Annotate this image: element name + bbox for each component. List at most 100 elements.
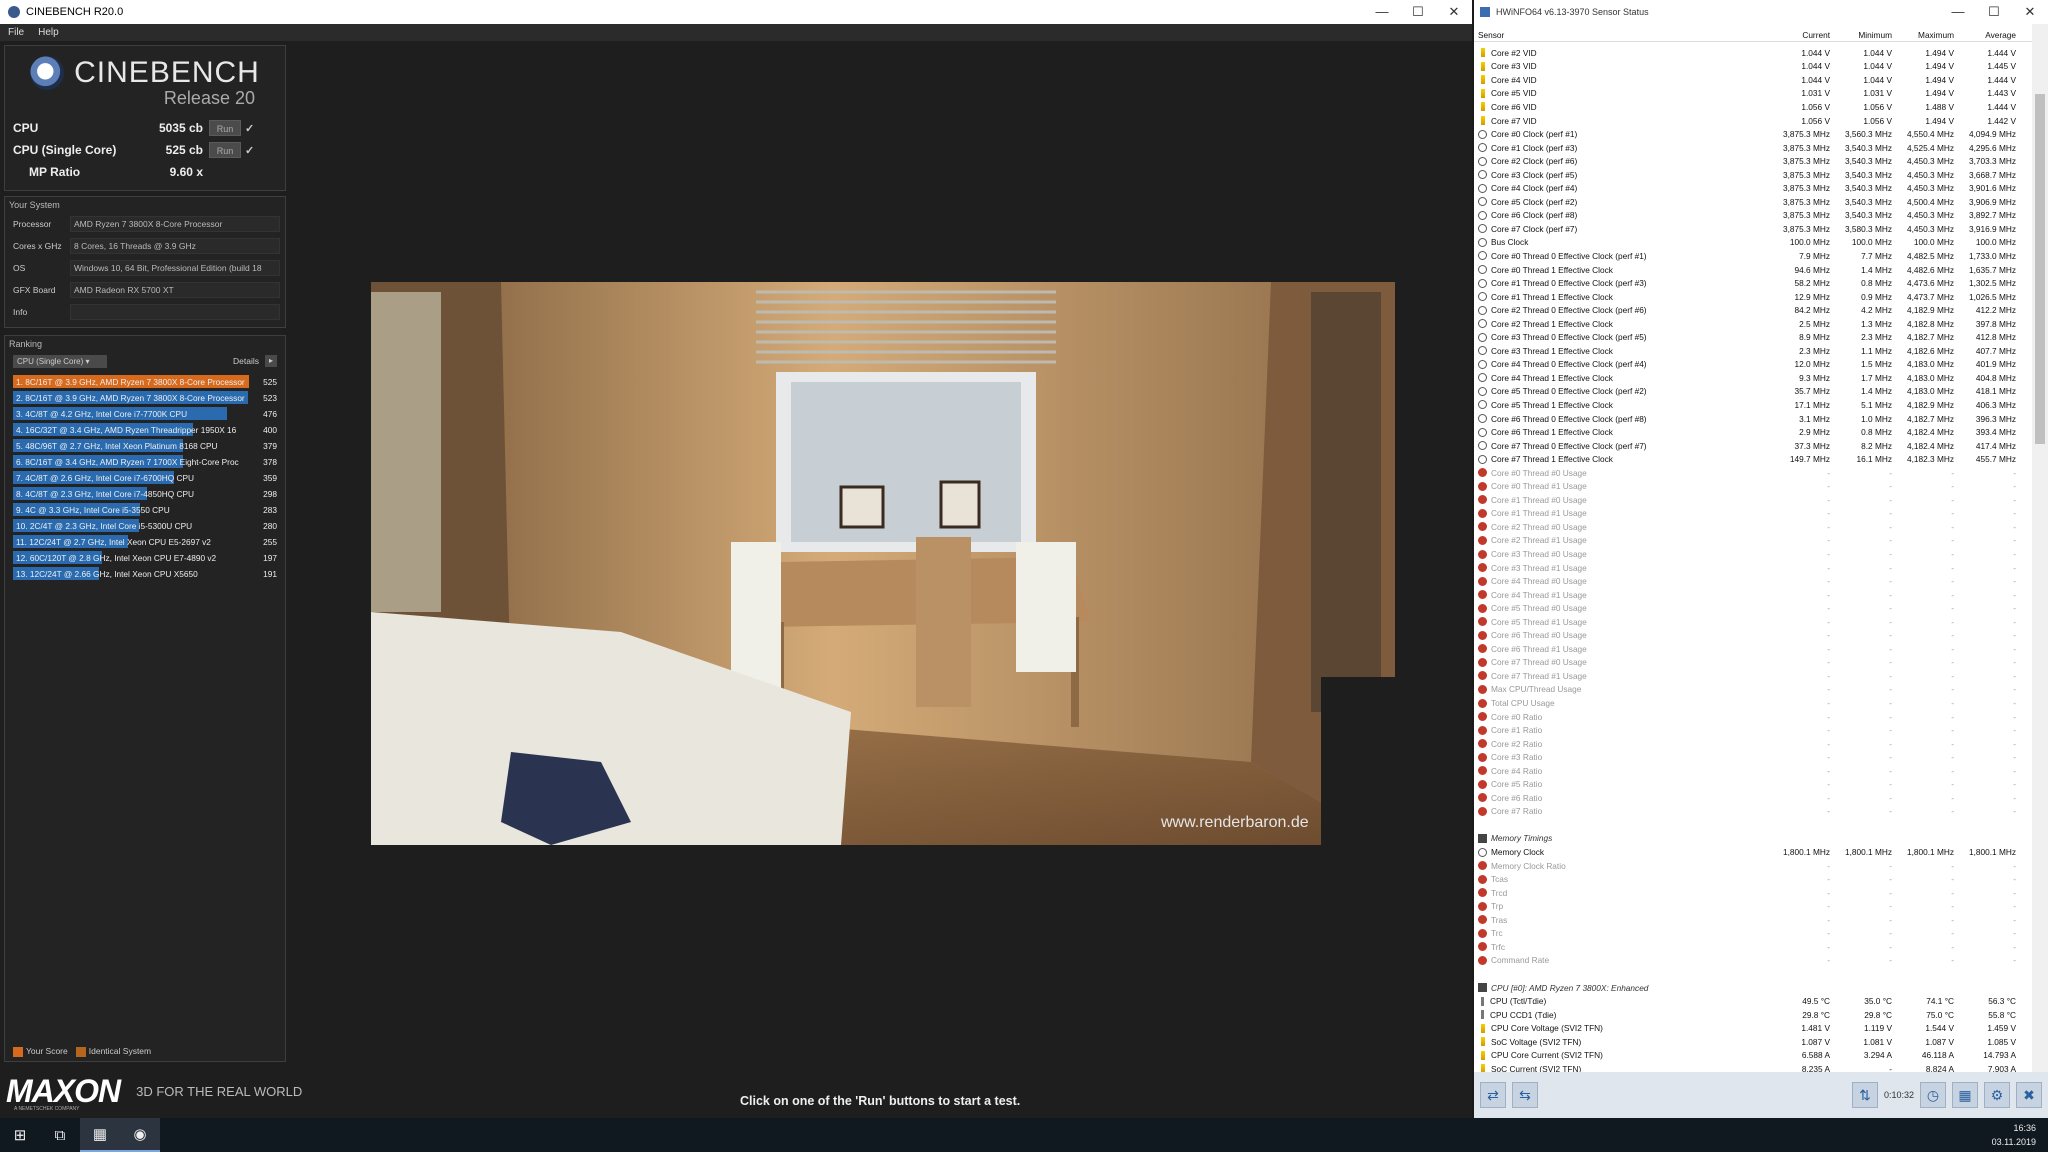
- sensor-row[interactable]: Core #2 Thread 0 Effective Clock (perf #…: [1474, 303, 2032, 317]
- system-clock[interactable]: 16:36 03.11.2019: [1992, 1121, 2048, 1149]
- sensor-row[interactable]: CPU [#0]: AMD Ryzen 7 3800X: Enhanced: [1474, 981, 2032, 995]
- windows-start-icon[interactable]: ⊞: [0, 1118, 40, 1152]
- sensor-row[interactable]: CPU CCD1 (Tdie) 29.8 °C 29.8 °C 75.0 °C 55.8…: [1474, 1008, 2032, 1022]
- sensor-row[interactable]: Core #2 VID 1.044 V 1.044 V 1.494 V 1.444 V: [1474, 46, 2032, 60]
- ranking-item[interactable]: 11. 12C/24T @ 2.7 GHz, Intel Xeon CPU E5…: [13, 534, 277, 550]
- sensor-row[interactable]: Tcas - - - -: [1474, 872, 2032, 886]
- ranking-item[interactable]: 5. 48C/96T @ 2.7 GHz, Intel Xeon Platinu…: [13, 438, 277, 454]
- sensor-row[interactable]: Core #6 Thread 1 Effective Clock 2.9 MHz 0…: [1474, 425, 2032, 439]
- sensor-row[interactable]: Total CPU Usage - - - -: [1474, 696, 2032, 710]
- check-icon[interactable]: ✓: [245, 144, 254, 157]
- sensor-row[interactable]: Core #0 Thread #1 Usage - - - -: [1474, 480, 2032, 494]
- sensor-row[interactable]: Core #6 Thread 0 Effective Clock (perf #…: [1474, 412, 2032, 426]
- ranking-item[interactable]: 7. 4C/8T @ 2.6 GHz, Intel Core i7-6700HQ…: [13, 470, 277, 486]
- sensor-row[interactable]: Core #7 Ratio - - - -: [1474, 805, 2032, 819]
- sensor-row[interactable]: Core #5 Thread 0 Effective Clock (perf #…: [1474, 385, 2032, 399]
- sensor-row[interactable]: Core #5 Ratio - - - -: [1474, 778, 2032, 792]
- hwinfo-taskbar-icon[interactable]: ▦: [80, 1118, 120, 1152]
- sensor-row[interactable]: Core #1 Thread 1 Effective Clock 12.9 MHz…: [1474, 290, 2032, 304]
- sensor-row[interactable]: Core #4 VID 1.044 V 1.044 V 1.494 V 1.444 V: [1474, 73, 2032, 87]
- sensor-row[interactable]: SoC Current (SVI2 TFN) 8.235 A - 8.824 A 7.9…: [1474, 1062, 2032, 1072]
- sensor-row[interactable]: Core #2 Thread #1 Usage - - - -: [1474, 534, 2032, 548]
- sensor-row[interactable]: [1474, 818, 2032, 832]
- report-icon[interactable]: ▦: [1952, 1082, 1978, 1108]
- sensor-scrollbar[interactable]: [2032, 24, 2048, 1072]
- sensor-row[interactable]: Core #3 Thread #0 Usage - - - -: [1474, 547, 2032, 561]
- col-average[interactable]: Average: [1954, 30, 2016, 40]
- ranking-item[interactable]: 1. 8C/16T @ 3.9 GHz, AMD Ryzen 7 3800X 8…: [13, 374, 277, 390]
- scrollbar-thumb[interactable]: [2035, 94, 2045, 444]
- ranking-dropdown[interactable]: CPU (Single Core) ▾: [13, 354, 107, 368]
- minimize-icon[interactable]: —: [1940, 4, 1976, 20]
- sensor-row[interactable]: Core #5 Thread 1 Effective Clock 17.1 MHz…: [1474, 398, 2032, 412]
- sensor-row[interactable]: Trp - - - -: [1474, 899, 2032, 913]
- sensor-row[interactable]: Core #7 Clock (perf #7) 3,875.3 MHz 3,580.…: [1474, 222, 2032, 236]
- sensor-row[interactable]: Core #4 Clock (perf #4) 3,875.3 MHz 3,540.…: [1474, 181, 2032, 195]
- sensor-row[interactable]: Core #3 Thread 0 Effective Clock (perf #…: [1474, 330, 2032, 344]
- sensor-row[interactable]: Core #6 Ratio - - - -: [1474, 791, 2032, 805]
- ranking-item[interactable]: 13. 12C/24T @ 2.66 GHz, Intel Xeon CPU X…: [13, 566, 277, 582]
- details-arrow-icon[interactable]: ▸: [265, 355, 277, 367]
- cinebench-taskbar-icon[interactable]: ◉: [120, 1118, 160, 1152]
- cpu-run-button[interactable]: Run: [209, 120, 241, 136]
- sensor-row[interactable]: Max CPU/Thread Usage - - - -: [1474, 683, 2032, 697]
- sensor-row[interactable]: Core #7 VID 1.056 V 1.056 V 1.494 V 1.442 V: [1474, 114, 2032, 128]
- sensor-row[interactable]: Core #7 Thread #0 Usage - - - -: [1474, 656, 2032, 670]
- sensor-row[interactable]: Core #4 Thread 0 Effective Clock (perf #…: [1474, 358, 2032, 372]
- ranking-item[interactable]: 9. 4C @ 3.3 GHz, Intel Core i5-3550 CPU 2…: [13, 502, 277, 518]
- sensor-row[interactable]: [1474, 967, 2032, 981]
- sensor-row[interactable]: CPU Core Voltage (SVI2 TFN) 1.481 V 1.119 …: [1474, 1021, 2032, 1035]
- check-icon[interactable]: ✓: [245, 122, 254, 135]
- close-sensor-icon[interactable]: ✖: [2016, 1082, 2042, 1108]
- minimize-icon[interactable]: —: [1364, 4, 1400, 20]
- col-minimum[interactable]: Minimum: [1830, 30, 1892, 40]
- ranking-item[interactable]: 12. 60C/120T @ 2.8 GHz, Intel Xeon CPU E…: [13, 550, 277, 566]
- sensor-row[interactable]: Core #4 Thread #1 Usage - - - -: [1474, 588, 2032, 602]
- sensor-row[interactable]: Core #6 Clock (perf #8) 3,875.3 MHz 3,540.…: [1474, 209, 2032, 223]
- sensor-row[interactable]: Core #1 Clock (perf #3) 3,875.3 MHz 3,540.…: [1474, 141, 2032, 155]
- sensor-row[interactable]: Core #2 Thread 1 Effective Clock 2.5 MHz 1…: [1474, 317, 2032, 331]
- settings-icon[interactable]: ⚙: [1984, 1082, 2010, 1108]
- maximize-icon[interactable]: ☐: [1400, 4, 1436, 20]
- sensor-row[interactable]: Core #7 Thread #1 Usage - - - -: [1474, 669, 2032, 683]
- nav-left-icon[interactable]: ⇄: [1480, 1082, 1506, 1108]
- clock-icon[interactable]: ◷: [1920, 1082, 1946, 1108]
- sensor-row[interactable]: Core #7 Thread 1 Effective Clock 149.7 MH…: [1474, 452, 2032, 466]
- details-label[interactable]: Details: [233, 356, 259, 366]
- sensor-row[interactable]: Core #3 Thread 1 Effective Clock 2.3 MHz 1…: [1474, 344, 2032, 358]
- sensor-row[interactable]: Trcd - - - -: [1474, 886, 2032, 900]
- single-core-run-button[interactable]: Run: [209, 142, 241, 158]
- sensor-row[interactable]: Trfc - - - -: [1474, 940, 2032, 954]
- sensor-row[interactable]: Core #2 Ratio - - - -: [1474, 737, 2032, 751]
- sensor-row[interactable]: Core #3 Thread #1 Usage - - - -: [1474, 561, 2032, 575]
- sensor-row[interactable]: Core #5 VID 1.031 V 1.031 V 1.494 V 1.443 V: [1474, 87, 2032, 101]
- ranking-item[interactable]: 2. 8C/16T @ 3.9 GHz, AMD Ryzen 7 3800X 8…: [13, 390, 277, 406]
- sensor-row[interactable]: Trc - - - -: [1474, 927, 2032, 941]
- close-icon[interactable]: ✕: [1436, 4, 1472, 20]
- sensor-row[interactable]: Command Rate - - - -: [1474, 954, 2032, 968]
- sensor-row[interactable]: Core #5 Thread #1 Usage - - - -: [1474, 615, 2032, 629]
- sensor-row[interactable]: Core #6 VID 1.056 V 1.056 V 1.488 V 1.444 V: [1474, 100, 2032, 114]
- sensor-row[interactable]: Core #0 Clock (perf #1) 3,875.3 MHz 3,560.…: [1474, 127, 2032, 141]
- col-maximum[interactable]: Maximum: [1892, 30, 1954, 40]
- sensor-row[interactable]: Core #1 Thread 0 Effective Clock (perf #…: [1474, 276, 2032, 290]
- sensor-row[interactable]: Core #2 Thread #0 Usage - - - -: [1474, 520, 2032, 534]
- sensor-row[interactable]: Core #3 Clock (perf #5) 3,875.3 MHz 3,540.…: [1474, 168, 2032, 182]
- sensor-row[interactable]: Core #6 Thread #0 Usage - - - -: [1474, 629, 2032, 643]
- col-sensor[interactable]: Sensor: [1478, 30, 1768, 40]
- sensor-row[interactable]: Core #0 Thread 1 Effective Clock 94.6 MHz…: [1474, 263, 2032, 277]
- sensor-row[interactable]: Memory Timings: [1474, 832, 2032, 846]
- sensor-row[interactable]: Core #5 Clock (perf #2) 3,875.3 MHz 3,540.…: [1474, 195, 2032, 209]
- sensor-row[interactable]: Core #0 Thread #0 Usage - - - -: [1474, 466, 2032, 480]
- sensor-row[interactable]: Core #1 Thread #1 Usage - - - -: [1474, 507, 2032, 521]
- sensor-row[interactable]: Tras - - - -: [1474, 913, 2032, 927]
- sensor-row[interactable]: Core #4 Ratio - - - -: [1474, 764, 2032, 778]
- ranking-item[interactable]: 3. 4C/8T @ 4.2 GHz, Intel Core i7-7700K …: [13, 406, 277, 422]
- sensor-row[interactable]: Bus Clock 100.0 MHz 100.0 MHz 100.0 MHz 100.…: [1474, 236, 2032, 250]
- task-view-icon[interactable]: ⧉: [40, 1118, 80, 1152]
- sensor-row[interactable]: Core #0 Ratio - - - -: [1474, 710, 2032, 724]
- sensor-row[interactable]: SoC Voltage (SVI2 TFN) 1.087 V 1.081 V 1.08…: [1474, 1035, 2032, 1049]
- sensor-row[interactable]: Core #2 Clock (perf #6) 3,875.3 MHz 3,540.…: [1474, 154, 2032, 168]
- close-icon[interactable]: ✕: [2012, 4, 2048, 20]
- sensor-row[interactable]: Memory Clock 1,800.1 MHz 1,800.1 MHz 1,800.…: [1474, 845, 2032, 859]
